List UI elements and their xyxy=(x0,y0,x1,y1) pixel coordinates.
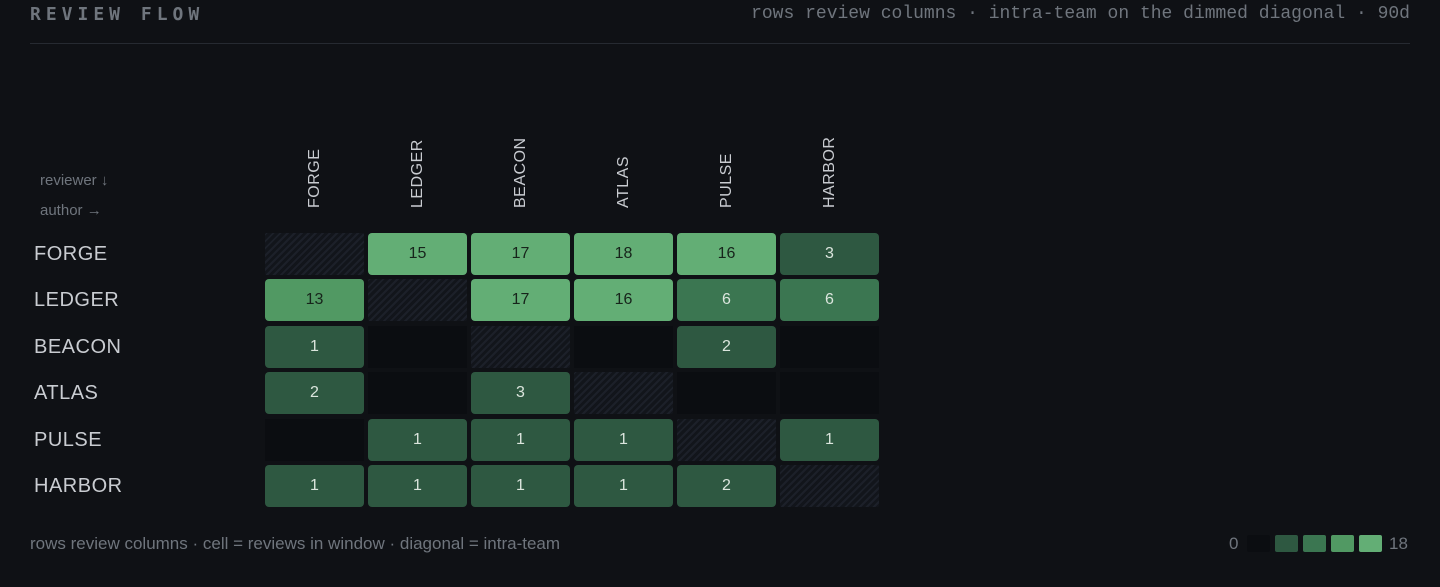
heatmap-cell: 1 xyxy=(574,418,673,461)
legend-swatch xyxy=(1247,535,1270,552)
legend-max-label: 18 xyxy=(1389,534,1408,553)
heatmap-cell: 17 xyxy=(471,279,570,322)
diagonal-cell xyxy=(471,325,570,368)
heatmap-cell: 18 xyxy=(574,233,673,275)
row-label-pulse: PULSE xyxy=(34,428,103,451)
heatmap-cell: 1 xyxy=(780,418,879,461)
heatmap-cell: 1 xyxy=(265,465,364,507)
heatmap-cell: 13 xyxy=(265,279,364,322)
heatmap-cell: 1 xyxy=(574,465,673,507)
reviewer-axis-key: reviewer ↓ xyxy=(40,172,109,189)
heatmap-cell: 16 xyxy=(677,233,776,275)
empty-cell xyxy=(574,325,673,368)
row-label-ledger: LEDGER xyxy=(34,289,120,312)
row-label-atlas: ATLAS xyxy=(34,382,99,405)
heatmap-cell: 2 xyxy=(677,465,776,507)
heatmap-cell: 1 xyxy=(471,465,570,507)
empty-cell xyxy=(368,372,467,415)
heatmap-cell: 2 xyxy=(677,325,776,368)
heatmap-cell: 1 xyxy=(368,418,467,461)
column-label-pulse: PULSE xyxy=(717,153,735,208)
footer-note: rows review columns · cell = reviews in … xyxy=(30,534,561,553)
heatmap-cell: 1 xyxy=(265,325,364,368)
column-label-ledger: LEDGER xyxy=(408,139,426,208)
column-label-harbor: HARBOR xyxy=(820,136,838,208)
heatmap-cell: 16 xyxy=(574,279,673,322)
page-subtitle: rows review columns · intra-team on the … xyxy=(751,4,1410,24)
legend-min-label: 0 xyxy=(1229,534,1239,553)
diagonal-cell xyxy=(265,233,364,275)
heatmap-cell: 1 xyxy=(471,418,570,461)
diagonal-cell xyxy=(677,418,776,461)
legend-swatch xyxy=(1303,535,1326,552)
empty-cell xyxy=(265,418,364,461)
heatmap-cell: 6 xyxy=(677,279,776,322)
heatmap-cell: 2 xyxy=(265,372,364,415)
empty-cell xyxy=(368,325,467,368)
column-label-forge: FORGE xyxy=(305,148,323,208)
column-label-beacon: BEACON xyxy=(511,137,529,208)
diagonal-cell xyxy=(368,279,467,322)
heatmap-cell: 15 xyxy=(368,233,467,275)
legend-swatch xyxy=(1359,535,1382,552)
row-label-forge: FORGE xyxy=(34,243,108,265)
legend-swatch xyxy=(1331,535,1354,552)
diagonal-cell xyxy=(780,465,879,507)
empty-cell xyxy=(780,325,879,368)
empty-cell xyxy=(780,372,879,415)
author-axis-key: author → xyxy=(40,202,102,219)
header: REVIEW FLOW rows review columns · intra-… xyxy=(30,0,1410,44)
heatmap-cell: 17 xyxy=(471,233,570,275)
diagonal-cell xyxy=(574,372,673,415)
heatmap-cell: 6 xyxy=(780,279,879,322)
row-label-beacon: BEACON xyxy=(34,335,122,358)
heatmap-cell: 3 xyxy=(780,233,879,275)
column-label-atlas: ATLAS xyxy=(614,156,632,208)
empty-cell xyxy=(677,372,776,415)
page-title: REVIEW FLOW xyxy=(30,4,205,25)
heatmap-cell: 1 xyxy=(368,465,467,507)
row-label-harbor: HARBOR xyxy=(34,475,123,497)
legend-swatch xyxy=(1275,535,1298,552)
heatmap-cell: 3 xyxy=(471,372,570,415)
